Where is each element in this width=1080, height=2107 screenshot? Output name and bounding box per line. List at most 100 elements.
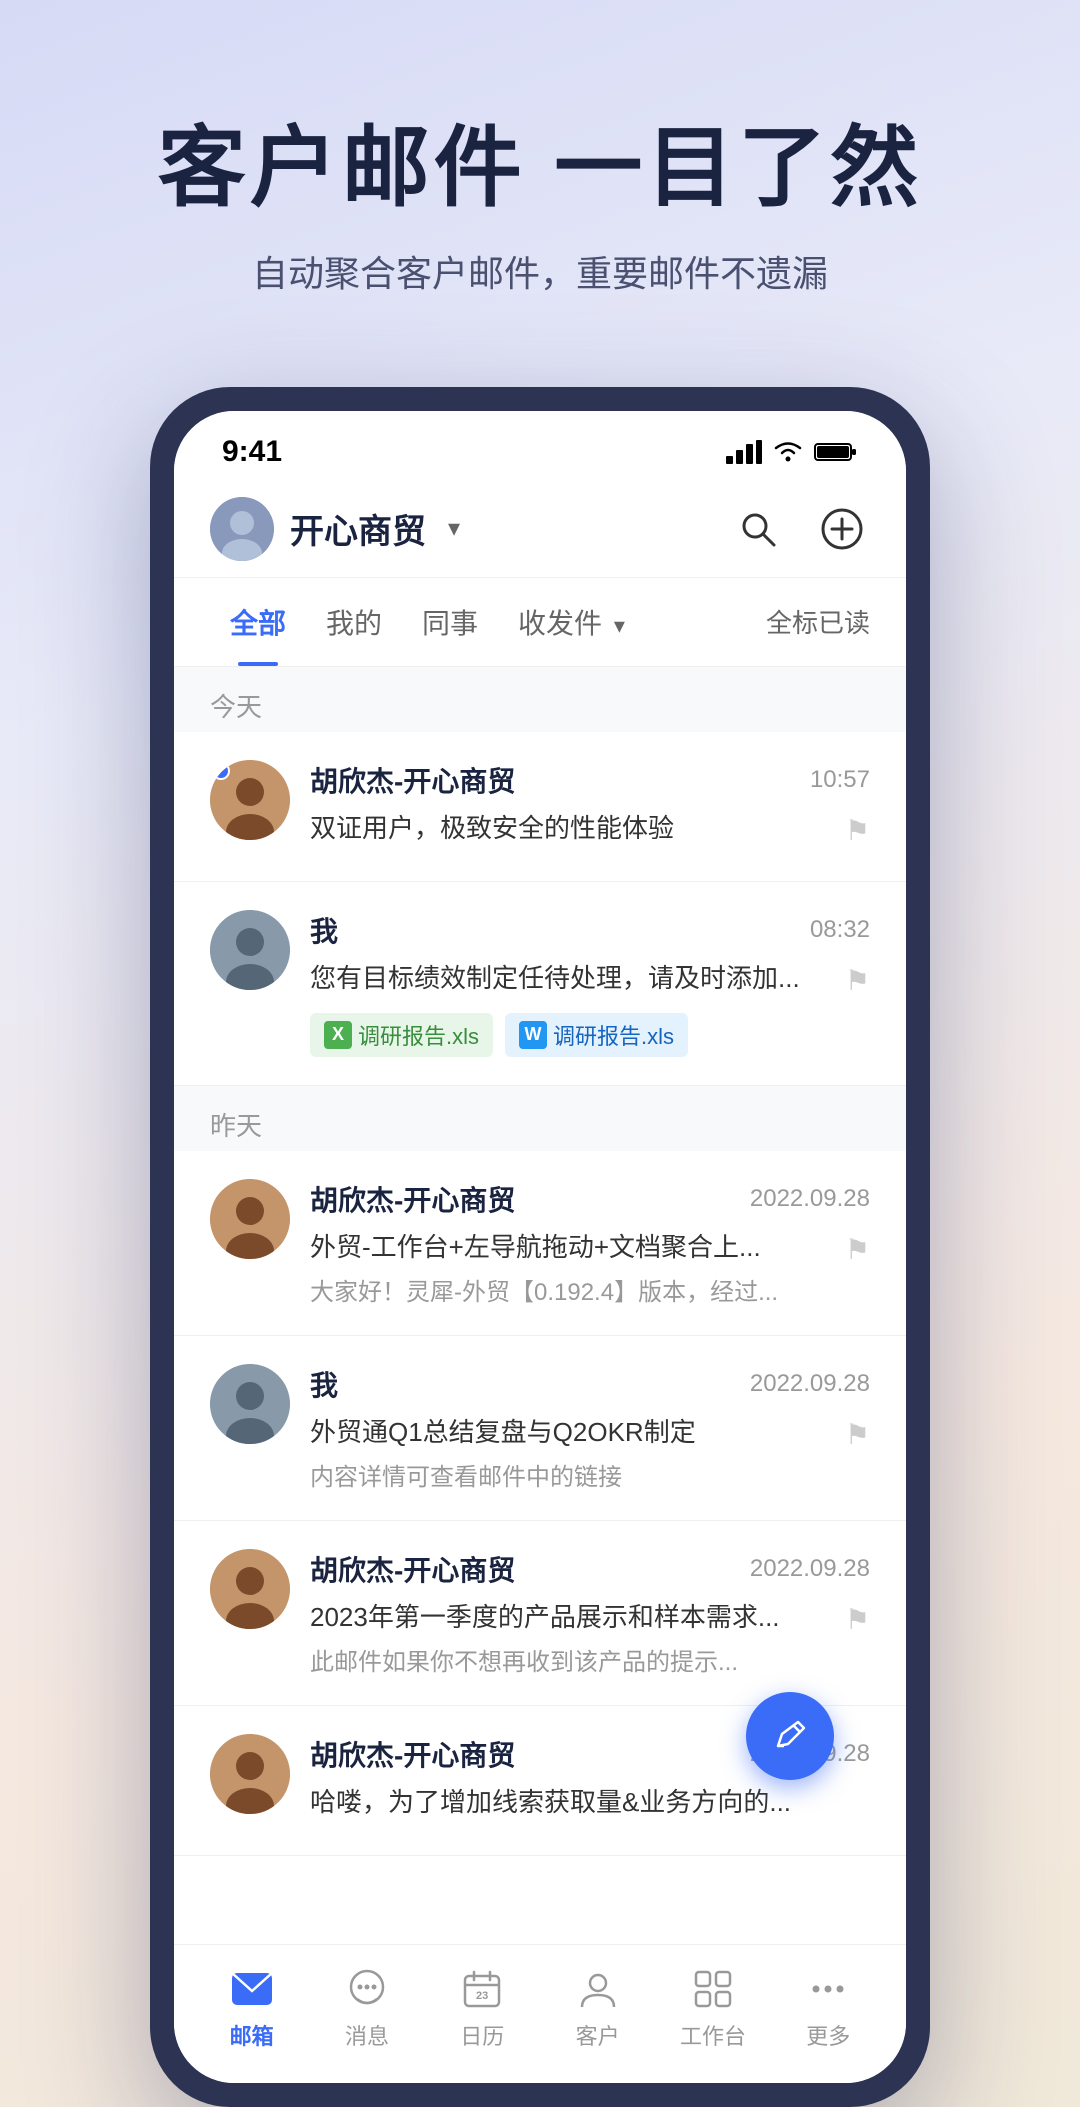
attachment-name: 调研报告.xls [358,1019,479,1051]
compose-icon [770,1716,810,1756]
hero-section: 客户邮件 一目了然 自动聚合客户邮件，重要邮件不遗漏 [0,0,1080,357]
email-subject-row: 外贸-工作台+左导航拖动+文档聚合上... ⚑ [310,1227,870,1272]
sender-avatar [210,1549,290,1629]
phone-frame: 9:41 [150,387,930,2107]
sender-avatar [210,1734,290,1814]
word-icon: W [519,1021,547,1049]
more-icon [804,1965,852,2013]
company-name: 开心商贸 [290,504,426,553]
email-item[interactable]: 胡欣杰-开心商贸 2022.09.28 2023年第一季度的产品展示和样本需求.… [174,1521,906,1706]
mail-icon [228,1965,276,2013]
tab-inbox-outbox[interactable]: 收发件 ▾ [498,578,645,666]
company-avatar[interactable] [210,497,274,561]
attachment-name: 调研报告.xls [553,1019,674,1051]
nav-label-contacts: 客户 [576,2019,620,2051]
flag-icon[interactable]: ⚑ [845,1233,870,1266]
flag-icon[interactable]: ⚑ [845,814,870,847]
email-time: 2022.09.28 [750,1555,870,1583]
email-item[interactable]: 胡欣杰-开心商贸 2022.09.28 外贸-工作台+左导航拖动+文档聚合上..… [174,1151,906,1336]
tab-dropdown-icon: ▾ [614,613,625,638]
phone-wrapper: 9:41 [150,387,930,2107]
battery-icon [814,440,858,464]
nav-item-more[interactable]: 更多 [778,1965,878,2051]
signal-icon [726,440,762,464]
email-subject-row: 2023年第一季度的产品展示和样本需求... ⚑ [310,1597,870,1642]
email-time: 10:57 [810,766,870,794]
add-button[interactable] [814,501,870,557]
nav-label-mail: 邮箱 [230,2019,274,2051]
email-time: 08:32 [810,916,870,944]
excel-icon: X [324,1021,352,1049]
attachment-excel[interactable]: X 调研报告.xls [310,1013,493,1057]
email-header-row: 胡欣杰-开心商贸 2022.09.28 [310,1179,870,1219]
status-bar: 9:41 [174,411,906,481]
flag-icon[interactable]: ⚑ [845,1603,870,1636]
email-preview: 大家好！灵犀-外贸【0.192.4】版本，经过... [310,1272,870,1307]
nav-item-dashboard[interactable]: 工作台 [663,1965,763,2051]
email-preview: 内容详情可查看邮件中的链接 [310,1457,870,1492]
mark-all-read-button[interactable]: 全标已读 [766,603,870,640]
header-actions [730,501,870,557]
email-header-row: 我 08:32 [310,910,870,950]
email-header-row: 我 2022.09.28 [310,1364,870,1404]
tab-all[interactable]: 全部 [210,578,306,666]
nav-item-message[interactable]: 消息 [317,1965,417,2051]
email-subject: 您有目标绩效制定任待处理，请及时添加... [310,958,845,995]
email-header-row: 胡欣杰-开心商贸 2022.09.28 [310,1549,870,1589]
wifi-icon [772,440,804,464]
nav-item-calendar[interactable]: 23 日历 [432,1965,532,2051]
email-sender: 胡欣杰-开心商贸 [310,1734,515,1774]
search-button[interactable] [730,501,786,557]
email-subject-row: 双证用户，极致安全的性能体验 ⚑ [310,808,870,853]
email-sender: 胡欣杰-开心商贸 [310,1549,515,1589]
email-subject: 2023年第一季度的产品展示和样本需求... [310,1597,845,1634]
status-time: 9:41 [222,435,282,469]
attachment-tags: X 调研报告.xls W 调研报告.xls [310,1013,870,1057]
sender-avatar [210,1364,290,1444]
email-list: 今天 胡欣杰-开心商贸 10:57 [174,667,906,1856]
email-subject: 外贸通Q1总结复盘与Q2OKR制定 [310,1412,845,1449]
email-content: 胡欣杰-开心商贸 2022.09.28 2023年第一季度的产品展示和样本需求.… [310,1549,870,1677]
sender-avatar [210,760,290,840]
nav-label-message: 消息 [345,2019,389,2051]
hero-title: 客户邮件 一目了然 [60,120,1020,217]
email-sender: 胡欣杰-开心商贸 [310,1179,515,1219]
email-time: 2022.09.28 [750,1185,870,1213]
compose-fab[interactable] [746,1692,834,1780]
svg-text:23: 23 [476,1990,488,2002]
app-header: 开心商贸 ▾ [174,481,906,578]
email-subject: 外贸-工作台+左导航拖动+文档聚合上... [310,1227,845,1264]
nav-item-contacts[interactable]: 客户 [548,1965,648,2051]
email-subject-row: 外贸通Q1总结复盘与Q2OKR制定 ⚑ [310,1412,870,1457]
email-item[interactable]: 胡欣杰-开心商贸 10:57 双证用户，极致安全的性能体验 ⚑ [174,732,906,882]
email-time: 2022.09.28 [750,1370,870,1398]
email-content: 我 2022.09.28 外贸通Q1总结复盘与Q2OKR制定 ⚑ 内容详情可查看… [310,1364,870,1492]
email-sender: 胡欣杰-开心商贸 [310,760,515,800]
flag-icon[interactable]: ⚑ [845,1418,870,1451]
date-header-today: 今天 [174,667,906,732]
sender-avatar [210,910,290,990]
email-subject-row: 哈喽，为了增加线索获取量&业务方向的... [310,1782,870,1827]
tab-colleague[interactable]: 同事 [402,578,498,666]
email-subject: 哈喽，为了增加线索获取量&业务方向的... [310,1782,870,1819]
contacts-icon [574,1965,622,2013]
email-item[interactable]: 我 2022.09.28 外贸通Q1总结复盘与Q2OKR制定 ⚑ 内容详情可查看… [174,1336,906,1521]
flag-icon[interactable]: ⚑ [845,964,870,997]
calendar-icon: 23 [458,1965,506,2013]
tab-mine[interactable]: 我的 [306,578,402,666]
nav-item-mail[interactable]: 邮箱 [202,1965,302,2051]
unread-dot [212,762,230,780]
tab-bar: 全部 我的 同事 收发件 ▾ 全标已读 [174,578,906,667]
attachment-word[interactable]: W 调研报告.xls [505,1013,688,1057]
email-subject-row: 您有目标绩效制定任待处理，请及时添加... ⚑ [310,958,870,1003]
email-content: 胡欣杰-开心商贸 10:57 双证用户，极致安全的性能体验 ⚑ [310,760,870,853]
company-dropdown-arrow[interactable]: ▾ [448,514,460,543]
email-item[interactable]: 我 08:32 您有目标绩效制定任待处理，请及时添加... ⚑ X 调研报告.x… [174,882,906,1086]
phone-screen: 9:41 [174,411,906,2083]
email-content: 胡欣杰-开心商贸 2022.09.28 外贸-工作台+左导航拖动+文档聚合上..… [310,1179,870,1307]
email-subject: 双证用户，极致安全的性能体验 [310,808,845,845]
nav-label-more: 更多 [806,2019,850,2051]
app-header-left: 开心商贸 ▾ [210,497,460,561]
email-header-row: 胡欣杰-开心商贸 10:57 [310,760,870,800]
email-sender: 我 [310,910,338,950]
